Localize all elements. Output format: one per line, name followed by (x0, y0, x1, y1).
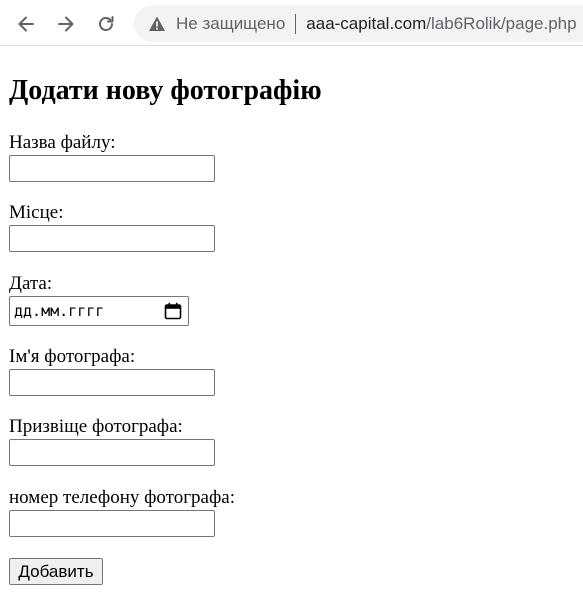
date-placeholder: дд.мм.гггг (14, 302, 105, 320)
reload-button[interactable] (90, 8, 122, 40)
photographer-phone-label: номер телефону фотографа: (9, 487, 235, 508)
omnibox-divider (295, 13, 297, 34)
file-name-input[interactable] (9, 155, 215, 182)
submit-button[interactable]: Добавить (9, 558, 103, 585)
forward-button[interactable] (50, 8, 82, 40)
photographer-first-name-label: Ім'я фотографа: (9, 346, 136, 367)
date-input[interactable]: дд.мм.гггг (9, 296, 189, 326)
reload-icon (99, 16, 114, 31)
forward-arrow-icon (58, 16, 74, 32)
back-button[interactable] (10, 8, 42, 40)
date-label: Дата: (9, 273, 53, 294)
browser-toolbar: Не защищено aaa-capital.com/lab6Rolik/pa… (0, 0, 583, 46)
file-name-label: Назва файлу: (9, 132, 116, 153)
back-arrow-icon (18, 16, 34, 32)
photographer-last-name-label: Призвіще фотографа: (9, 416, 183, 437)
address-bar[interactable]: Не защищено aaa-capital.com/lab6Rolik/pa… (134, 5, 583, 42)
photographer-first-name-input[interactable] (9, 369, 215, 396)
calendar-icon[interactable] (164, 302, 182, 320)
place-input[interactable] (9, 225, 215, 252)
place-label: Місце: (9, 202, 64, 223)
page-title: Додати нову фотографію (9, 75, 322, 106)
photographer-last-name-input[interactable] (9, 439, 215, 466)
url-host[interactable]: aaa-capital.com (306, 14, 426, 34)
photographer-phone-input[interactable] (9, 510, 215, 537)
page-content: Додати нову фотографію Назва файлу: Місц… (0, 46, 583, 592)
warning-triangle-icon[interactable] (148, 15, 166, 33)
url-path[interactable]: /lab6Rolik/page.php (426, 14, 576, 34)
security-status-text[interactable]: Не защищено (176, 14, 285, 34)
